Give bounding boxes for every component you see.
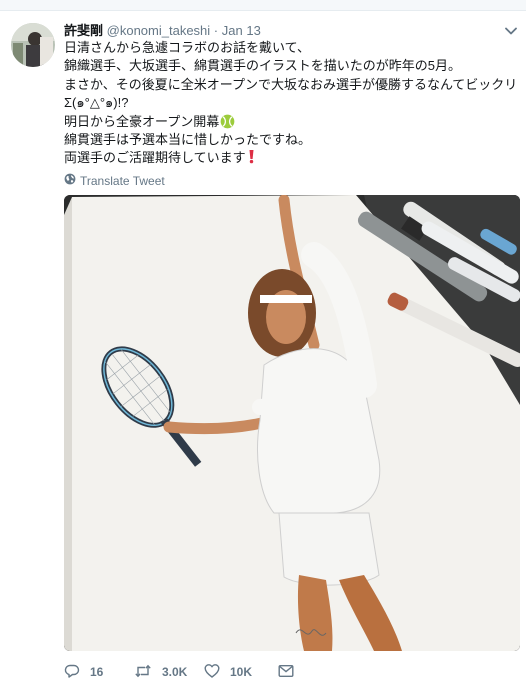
tweet-line-with-emoji: 明日から全豪オープン開幕 (64, 113, 519, 131)
reply-button[interactable]: 16 (64, 663, 134, 682)
tweet-line: Σ(๑°△°๑)!? (64, 95, 129, 111)
tweet-line: 錦織選手、大坂選手、綿貫選手のイラストを描いたのが昨年の5月。 (64, 58, 461, 74)
author-handle[interactable]: @konomi_takeshi (107, 23, 211, 38)
globe-icon (64, 173, 76, 188)
tweet-date[interactable]: Jan 13 (222, 23, 261, 38)
tweet-line-with-emoji: 両選手のご活躍期待しています (64, 149, 519, 167)
retweet-count: 3.0K (162, 665, 188, 679)
like-button[interactable]: 10K (204, 663, 278, 682)
translate-label: Translate Tweet (80, 173, 165, 188)
tweet[interactable]: 許斐剛 @konomi_takeshi · Jan 13 日清さんから急遽コラボ… (0, 10, 526, 691)
tweet-actions: 16 3.0K 10K (64, 661, 484, 683)
translate-tweet-link[interactable]: Translate Tweet (64, 173, 165, 188)
tweet-line: 日清さんから急遽コラボのお話を戴いて、 (64, 40, 310, 55)
author-avatar[interactable] (11, 23, 55, 67)
header-separator: · (213, 23, 219, 38)
direct-message-button[interactable] (278, 664, 308, 681)
tweet-photo[interactable] (64, 195, 520, 651)
tweet-line: まさか、その後夏に全米オープンで大坂なおみ選手が優勝するなんてビックリ (64, 76, 518, 92)
red-exclamation-emoji (248, 149, 255, 169)
retweet-button[interactable]: 3.0K (134, 663, 204, 682)
reply-count: 16 (90, 665, 104, 679)
retweet-icon (134, 663, 152, 682)
author-display-name[interactable]: 許斐剛 (64, 23, 103, 38)
tweet-line: 両選手のご活躍期待しています (64, 150, 246, 166)
tweet-header: 許斐剛 @konomi_takeshi · Jan 13 (64, 22, 261, 39)
reply-icon (64, 663, 80, 682)
tweet-line: 綿貫選手は予選本当に惜しかったですね。 (64, 131, 312, 147)
tweet-text: 日清さんから急遽コラボのお話を戴いて、 錦織選手、大坂選手、綿貫選手のイラストを… (64, 39, 519, 168)
chevron-down-icon[interactable] (504, 24, 518, 38)
like-count: 10K (230, 665, 253, 679)
tweet-line: 明日から全豪オープン開幕 (64, 113, 220, 129)
heart-icon (204, 663, 220, 682)
envelope-icon (278, 664, 294, 681)
